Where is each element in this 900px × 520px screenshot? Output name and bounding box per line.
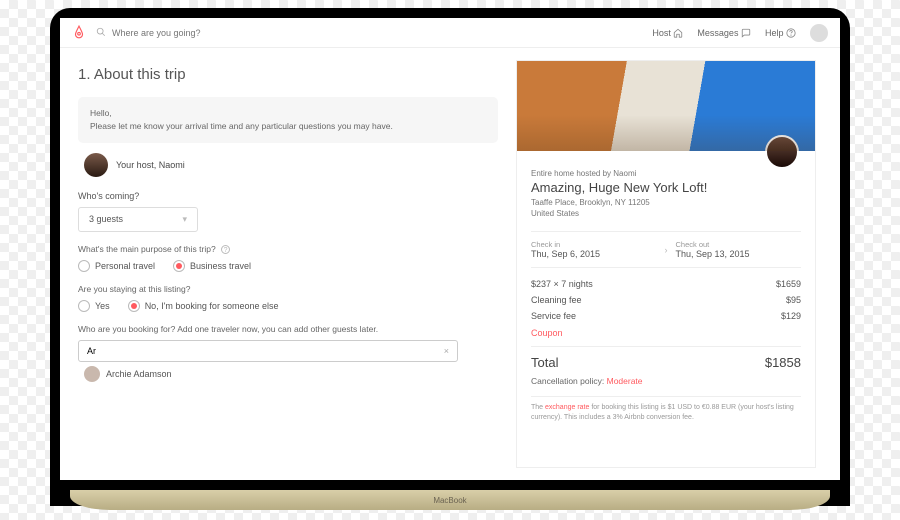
listing-address-1: Taaffe Place, Brooklyn, NY 11205 [531, 197, 801, 208]
chevron-down-icon: ▾ [182, 214, 187, 225]
host-message-body: Please let me know your arrival time and… [90, 120, 486, 133]
fee-row-service: Service fee $129 [531, 308, 801, 324]
cleaning-label: Cleaning fee [531, 295, 582, 305]
radio-no-label: No, I'm booking for someone else [145, 301, 279, 311]
purpose-label: What's the main purpose of this trip? ? [78, 244, 498, 254]
radio-no[interactable]: No, I'm booking for someone else [128, 300, 279, 312]
radio-icon [78, 260, 90, 272]
listing-photo [517, 61, 815, 151]
traveler-label: Who are you booking for? Add one travele… [78, 324, 498, 334]
help-tooltip-icon[interactable]: ? [221, 245, 230, 254]
fee-table: $237 × 7 nights $1659 Cleaning fee $95 S… [531, 268, 801, 346]
service-label: Service fee [531, 311, 576, 321]
policy-label: Cancellation policy: [531, 376, 607, 386]
radio-personal[interactable]: Personal travel [78, 260, 155, 272]
checkin-label: Check in [531, 240, 657, 249]
cleaning-amount: $95 [786, 295, 801, 305]
checkin-col: Check in Thu, Sep 6, 2015 [531, 240, 657, 259]
step-heading: 1. About this trip [78, 66, 498, 83]
service-amount: $129 [781, 311, 801, 321]
fine-print: The exchange rate for booking this listi… [531, 396, 801, 423]
traveler-input-wrap[interactable]: × [78, 340, 458, 362]
nav-host[interactable]: Host [652, 28, 683, 38]
radio-yes[interactable]: Yes [78, 300, 110, 312]
checkout-value: Thu, Sep 13, 2015 [676, 249, 802, 259]
guests-select[interactable]: 3 guests ▾ [78, 207, 198, 232]
fee-row-cleaning: Cleaning fee $95 [531, 292, 801, 308]
clear-icon[interactable]: × [444, 346, 449, 356]
suggestion-name: Archie Adamson [106, 369, 172, 379]
hosted-by: Entire home hosted by Naomi [531, 169, 801, 178]
laptop-frame: Host Messages Help 1. About this trip [50, 8, 850, 506]
booking-form: 1. About this trip Hello, Please let me … [78, 60, 498, 468]
radio-yes-label: Yes [95, 301, 110, 311]
total-label: Total [531, 355, 558, 370]
staying-label: Are you staying at this listing? [78, 284, 498, 294]
rate-label: $237 × 7 nights [531, 279, 593, 289]
host-avatar [84, 153, 108, 177]
checkout-col: Check out Thu, Sep 13, 2015 [676, 240, 802, 259]
listing-title: Amazing, Huge New York Loft! [531, 180, 801, 195]
host-caption: Your host, Naomi [116, 160, 185, 170]
search-icon [96, 27, 106, 39]
traveler-input[interactable] [87, 346, 444, 356]
top-nav: Host Messages Help [60, 18, 840, 48]
host-row: Your host, Naomi [84, 153, 498, 177]
listing-host-avatar [765, 135, 799, 169]
nav-messages[interactable]: Messages [697, 28, 751, 38]
nav-messages-label: Messages [697, 28, 738, 38]
traveler-suggestion[interactable]: Archie Adamson [78, 366, 498, 382]
help-icon [786, 28, 796, 38]
purpose-radios: Personal travel Business travel [78, 260, 498, 272]
search-field[interactable] [96, 27, 642, 39]
policy-value[interactable]: Moderate [607, 376, 643, 386]
radio-icon-selected [128, 300, 140, 312]
radio-icon [78, 300, 90, 312]
total-row: Total $1858 [531, 346, 801, 372]
host-message: Hello, Please let me know your arrival t… [78, 97, 498, 143]
radio-personal-label: Personal travel [95, 261, 155, 271]
airbnb-logo-icon[interactable] [72, 25, 86, 41]
main-content: 1. About this trip Hello, Please let me … [60, 48, 840, 480]
screen: Host Messages Help 1. About this trip [60, 18, 840, 480]
staying-radios: Yes No, I'm booking for someone else [78, 300, 498, 312]
cancellation-policy: Cancellation policy: Moderate [531, 372, 801, 390]
whos-coming-label: Who's coming? [78, 191, 498, 201]
coupon-link[interactable]: Coupon [531, 324, 801, 342]
date-row: Check in Thu, Sep 6, 2015 › Check out Th… [531, 231, 801, 268]
guests-value: 3 guests [89, 214, 123, 224]
checkin-value: Thu, Sep 6, 2015 [531, 249, 657, 259]
arrow-right-icon: › [657, 245, 676, 255]
message-icon [741, 28, 751, 38]
nav-host-label: Host [652, 28, 671, 38]
checkout-label: Check out [676, 240, 802, 249]
nav-links: Host Messages Help [652, 24, 828, 42]
summary-card: Entire home hosted by Naomi Amazing, Hug… [516, 60, 816, 468]
search-input[interactable] [112, 28, 312, 38]
exchange-rate-link[interactable]: exchange rate [545, 404, 589, 411]
host-message-greeting: Hello, [90, 107, 486, 120]
suggestion-avatar [84, 366, 100, 382]
fee-row-rate: $237 × 7 nights $1659 [531, 276, 801, 292]
total-amount: $1858 [765, 355, 801, 370]
radio-business[interactable]: Business travel [173, 260, 251, 272]
nav-help[interactable]: Help [765, 28, 796, 38]
fine-a: The [531, 404, 545, 411]
listing-address-2: United States [531, 208, 801, 219]
purpose-label-text: What's the main purpose of this trip? [78, 244, 216, 254]
radio-business-label: Business travel [190, 261, 251, 271]
macbook-label: MacBook [433, 496, 466, 505]
radio-icon-selected [173, 260, 185, 272]
user-avatar[interactable] [810, 24, 828, 42]
rate-amount: $1659 [776, 279, 801, 289]
nav-help-label: Help [765, 28, 784, 38]
home-icon [673, 28, 683, 38]
laptop-base: MacBook [70, 490, 830, 510]
